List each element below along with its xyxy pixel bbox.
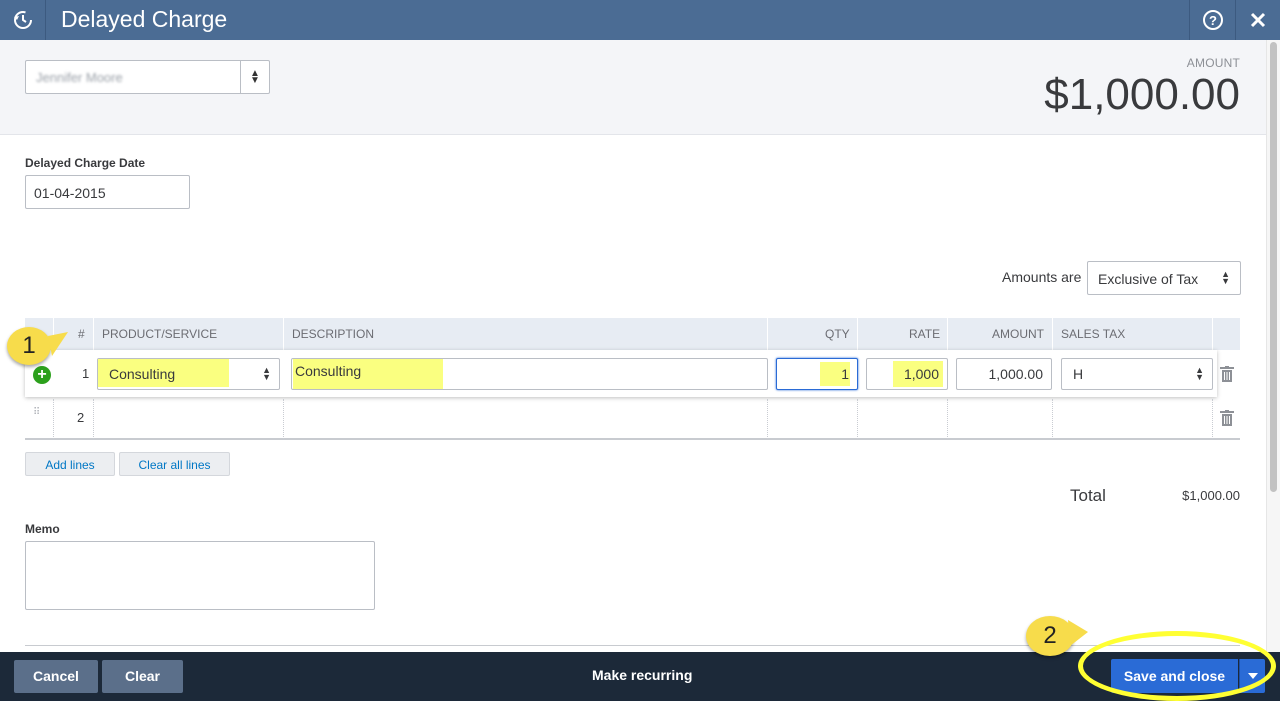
col-divider xyxy=(283,318,284,350)
col-product: PRODUCT/SERVICE xyxy=(102,327,218,341)
col-divider xyxy=(93,318,94,350)
select-arrows-icon: ▲ ▼ xyxy=(1221,269,1230,286)
col-divider xyxy=(53,399,54,439)
col-qty: QTY xyxy=(825,327,850,341)
callout-pointer xyxy=(48,332,68,356)
amount-field[interactable]: 1,000.00 xyxy=(956,358,1052,390)
highlight-ellipse xyxy=(1078,631,1276,701)
col-divider xyxy=(857,399,858,439)
amount-cell-value: 1,000.00 xyxy=(988,366,1044,382)
scrollbar-thumb[interactable] xyxy=(1270,42,1277,492)
customer-select[interactable]: Jennifer Moore ▲ ▼ xyxy=(25,60,270,94)
make-recurring-link[interactable]: Make recurring xyxy=(592,667,692,683)
amount-label: AMOUNT xyxy=(1186,56,1240,70)
col-description: DESCRIPTION xyxy=(292,327,375,341)
drag-handle-icon[interactable]: ⠿ xyxy=(33,408,40,418)
date-field[interactable]: 01-04-2015 xyxy=(25,175,190,209)
col-sales-tax: SALES TAX xyxy=(1061,327,1126,341)
col-divider xyxy=(857,318,858,350)
sales-tax-value: H xyxy=(1073,366,1084,382)
customer-name: Jennifer Moore xyxy=(36,70,123,85)
product-select[interactable]: Consulting ▲ ▼ xyxy=(97,358,280,390)
select-arrows-icon: ▲ ▼ xyxy=(1195,365,1204,382)
add-row-icon[interactable]: + xyxy=(33,366,51,384)
description-field[interactable]: Consulting xyxy=(291,358,768,390)
amounts-are-value: Exclusive of Tax xyxy=(1098,271,1199,287)
page-title: Delayed Charge xyxy=(61,6,228,32)
scrollbar[interactable] xyxy=(1266,40,1280,652)
help-icon[interactable]: ? xyxy=(1190,0,1235,40)
cancel-button[interactable]: Cancel xyxy=(14,660,98,693)
col-divider xyxy=(1212,318,1213,350)
total-label: Total xyxy=(1070,486,1106,505)
col-rate: RATE xyxy=(909,327,941,341)
col-divider xyxy=(947,399,948,439)
table-header: # PRODUCT/SERVICE DESCRIPTION QTY RATE A… xyxy=(25,318,1240,350)
clear-button[interactable]: Clear xyxy=(102,660,183,693)
rate-value: 1,000 xyxy=(903,366,939,382)
row-number: 1 xyxy=(82,366,90,381)
trash-icon[interactable] xyxy=(1220,410,1234,426)
date-label: Delayed Charge Date xyxy=(25,156,146,170)
product-value: Consulting xyxy=(109,366,176,382)
title-divider xyxy=(45,0,46,40)
col-divider xyxy=(283,399,284,439)
select-arrows-icon: ▲ ▼ xyxy=(240,61,269,93)
col-divider xyxy=(1212,399,1213,439)
clear-all-lines-button[interactable]: Clear all lines xyxy=(119,452,230,476)
close-icon[interactable] xyxy=(1236,0,1280,40)
trash-icon[interactable] xyxy=(1220,366,1234,382)
qty-field[interactable]: 1 xyxy=(776,358,858,390)
history-icon[interactable] xyxy=(0,0,45,40)
memo-label: Memo xyxy=(25,522,60,536)
step-number: 1 xyxy=(22,332,36,359)
step-callout-2: 2 xyxy=(1026,616,1074,656)
svg-text:?: ? xyxy=(1209,13,1217,28)
col-divider xyxy=(1052,318,1053,350)
description-value: Consulting xyxy=(295,363,362,379)
amounts-are-select[interactable]: Exclusive of Tax ▲ ▼ xyxy=(1087,261,1241,295)
sales-tax-select[interactable]: H ▲ ▼ xyxy=(1061,358,1213,390)
memo-field[interactable] xyxy=(25,541,375,610)
col-divider xyxy=(93,399,94,439)
row-number: 2 xyxy=(77,410,85,425)
add-lines-button[interactable]: Add lines xyxy=(25,452,115,476)
title-bar: Delayed Charge ? xyxy=(0,0,1280,40)
col-divider xyxy=(767,318,768,350)
col-num: # xyxy=(78,327,85,341)
callout-pointer xyxy=(1068,620,1088,646)
step-number: 2 xyxy=(1043,622,1057,649)
select-arrows-icon: ▲ ▼ xyxy=(262,365,271,382)
col-divider xyxy=(767,399,768,439)
col-amount: AMOUNT xyxy=(992,327,1044,341)
amount-value: $1,000.00 xyxy=(1044,70,1240,119)
amounts-are-label: Amounts are xyxy=(1002,269,1082,285)
table-row[interactable] xyxy=(25,398,1240,440)
col-divider xyxy=(947,318,948,350)
total-value: $1,000.00 xyxy=(1182,488,1240,503)
col-divider xyxy=(1052,399,1053,439)
qty-value: 1 xyxy=(841,366,849,382)
step-callout-1: 1 xyxy=(7,327,51,365)
rate-field[interactable]: 1,000 xyxy=(866,358,948,390)
